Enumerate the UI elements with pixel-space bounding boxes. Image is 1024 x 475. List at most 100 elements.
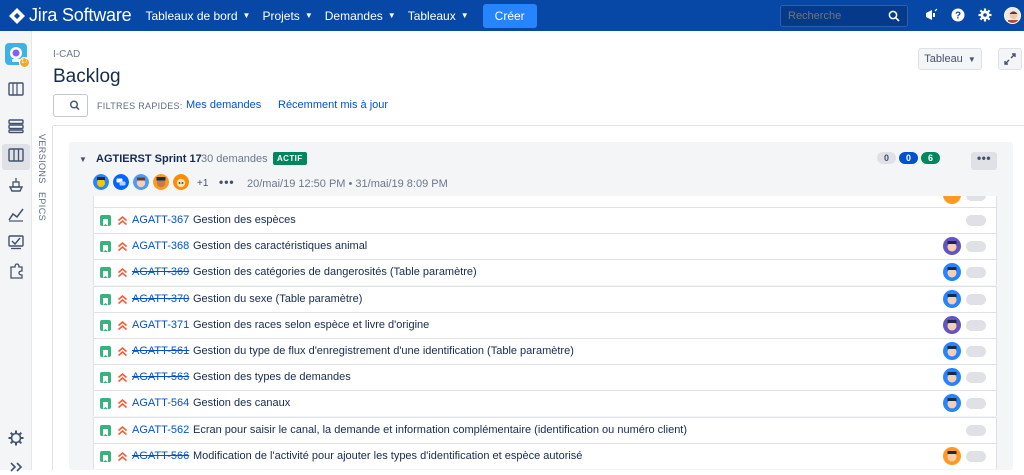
components-icon[interactable] (8, 263, 24, 279)
settings-icon[interactable] (978, 8, 992, 22)
assignee-face-icon (133, 174, 149, 190)
breadcrumb[interactable]: I-CAD (53, 49, 80, 60)
versions-tab[interactable]: VERSIONS (37, 134, 47, 184)
assignee-chat-icon (113, 174, 129, 190)
story-icon (100, 267, 111, 279)
create-button[interactable]: Créer (482, 3, 537, 28)
issues-icon[interactable] (8, 234, 24, 250)
assignee-avatar[interactable] (943, 237, 961, 256)
issue-row[interactable]: AGATT-371 Gestion des races selon espèce … (93, 311, 997, 338)
priority-high-icon (118, 216, 127, 226)
board-icon[interactable] (8, 147, 24, 163)
board-select-button[interactable]: Tableau ▼ (918, 48, 982, 70)
side-panel-tabs: VERSIONS EPICS (33, 126, 53, 470)
nav-dashboards-label: Tableaux de bord (145, 8, 238, 23)
issue-summary: Gestion des catégories de dangerosités (… (193, 266, 477, 279)
issue-key[interactable]: AGATT-371 (132, 319, 189, 331)
search-box (780, 5, 908, 27)
issue-summary: Gestion des types de demandes (193, 371, 351, 384)
reports-icon[interactable] (8, 206, 24, 222)
sprint-dates: 20/mai/19 12:50 PM • 31/mai/19 8:09 PM (247, 178, 448, 190)
assignee-avatar[interactable] (943, 394, 961, 413)
settings-icon[interactable] (8, 430, 24, 446)
issue-key[interactable]: AGATT-369 (132, 266, 189, 278)
quick-filter-my-issues[interactable]: Mes demandes (186, 99, 261, 111)
assignee-avatar[interactable] (943, 446, 961, 465)
issue-row[interactable]: AGATT-566 Modification de l'activité pour… (93, 442, 997, 469)
sprint-name[interactable]: AGTIERST Sprint 17 (96, 153, 202, 165)
assignee-avatar[interactable] (943, 315, 961, 334)
search-icon[interactable] (888, 10, 900, 22)
assignee-avatar[interactable] (133, 174, 149, 190)
sprint-status-badge: ACTIF (273, 152, 307, 165)
nav-issues[interactable]: Demandes ▼ (325, 9, 396, 23)
estimate-pill (966, 398, 986, 410)
issue-row[interactable]: AGATT-563 Gestion des types de demandes (93, 364, 997, 391)
story-icon (100, 293, 111, 305)
assignee-avatar[interactable] (943, 368, 961, 387)
issue-row[interactable]: AGATT-561 Gestion du type de flux d'enreg… (93, 338, 997, 364)
issue-row-partial[interactable] (93, 196, 997, 207)
megaphone-icon[interactable] (924, 8, 939, 22)
chevron-down-icon: ▼ (460, 11, 469, 20)
priority-high-icon (118, 399, 127, 409)
assignee-avatar[interactable] (943, 289, 961, 308)
releases-icon[interactable] (8, 177, 24, 193)
filter-search-input[interactable] (53, 94, 88, 117)
page-title: Backlog (53, 66, 121, 87)
user-avatar[interactable] (1004, 7, 1021, 24)
issue-summary: Gestion des races selon espèce et livre … (193, 318, 430, 331)
estimate-pill (966, 215, 986, 226)
issue-key[interactable]: AGATT-561 (132, 345, 189, 357)
issue-summary: Modification de l'activité pour ajouter … (193, 449, 583, 462)
issue-key[interactable]: AGATT-368 (132, 240, 189, 252)
assignees-more-icon[interactable]: ••• (219, 175, 235, 189)
assignee-avatar[interactable] (943, 263, 961, 282)
assignee-avatar[interactable] (173, 174, 189, 190)
priority-high-icon (118, 425, 127, 435)
story-icon (100, 215, 111, 226)
story-icon (100, 241, 111, 253)
in-progress-count-badge: 0 (899, 152, 918, 164)
more-assignees-count[interactable]: +1 (197, 178, 208, 189)
help-icon[interactable]: ? (951, 8, 965, 22)
assignee-avatar[interactable] (113, 174, 129, 190)
issue-list: AGATT-367 Gestion des espèces AGATT-368 Ges… (93, 196, 997, 470)
nav-projects[interactable]: Projets ▼ (262, 9, 312, 23)
issue-row[interactable]: AGATT-370 Gestion du sexe (Table paramètr… (93, 285, 997, 312)
nav-dashboards[interactable]: Tableaux de bord ▼ (145, 9, 250, 23)
issue-row[interactable]: AGATT-369 Gestion des catégories de dange… (93, 259, 997, 286)
issue-key[interactable]: AGATT-370 (132, 293, 189, 305)
story-icon (100, 319, 111, 331)
fullscreen-button[interactable] (998, 48, 1022, 70)
issue-summary: Gestion du sexe (Table paramètre) (193, 292, 363, 305)
issue-row[interactable]: AGATT-368 Gestion des caractéristiques an… (93, 233, 997, 260)
nav-boards[interactable]: Tableaux ▼ (408, 9, 469, 23)
quick-filter-recently-updated[interactable]: Récemment mis à jour (278, 99, 388, 111)
story-icon (100, 424, 111, 436)
issue-key[interactable]: AGATT-367 (132, 214, 189, 226)
chevron-down-icon[interactable]: ▼ (79, 155, 87, 164)
issue-row[interactable]: AGATT-367 Gestion des espèces (93, 207, 997, 233)
assignee-avatar[interactable] (943, 196, 961, 204)
issue-key[interactable]: AGATT-564 (132, 397, 189, 409)
search-input[interactable] (781, 6, 881, 26)
jira-logo[interactable]: Jira Software (9, 5, 132, 26)
expand-sidebar-icon[interactable] (8, 459, 24, 475)
assignee-avatar[interactable] (93, 174, 109, 190)
sprint-more-button[interactable]: ••• (971, 152, 997, 170)
epics-tab[interactable]: EPICS (37, 192, 47, 221)
assignee-avatar[interactable] (153, 174, 169, 190)
issue-key[interactable]: AGATT-563 (132, 371, 189, 383)
issue-row[interactable]: AGATT-564 Gestion des canaux (93, 390, 997, 417)
issue-summary: Gestion des espèces (193, 214, 296, 226)
assignee-avatar[interactable] (943, 342, 961, 360)
estimate-pill (966, 267, 986, 279)
issue-key[interactable]: AGATT-562 (132, 424, 189, 436)
issue-row[interactable]: AGATT-562 Ecran pour saisir le canal, la … (93, 416, 997, 443)
nav-issues-label: Demandes (324, 8, 383, 23)
priority-high-icon (118, 347, 127, 357)
roadmap-icon[interactable] (8, 81, 24, 97)
issue-key[interactable]: AGATT-566 (132, 450, 189, 462)
backlog-icon[interactable] (8, 118, 24, 134)
